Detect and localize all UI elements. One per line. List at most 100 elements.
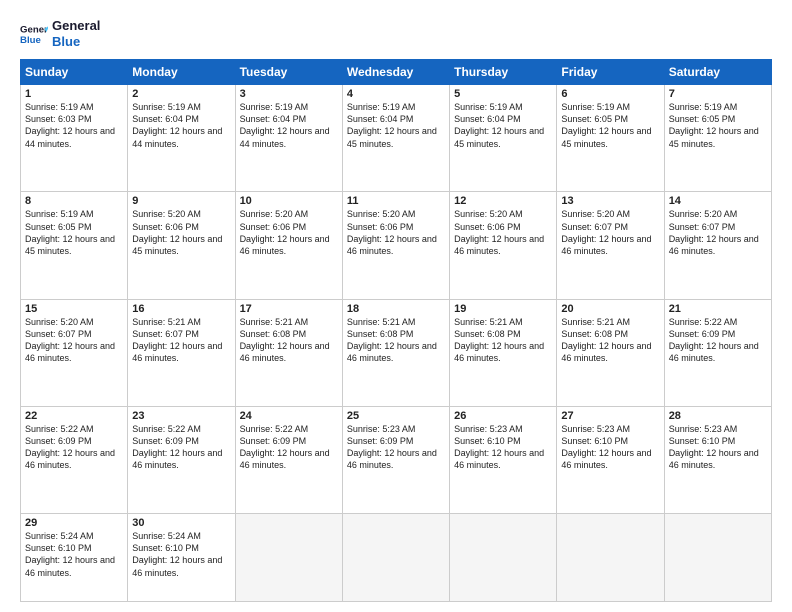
table-row (342, 514, 449, 602)
cell-info: Sunrise: 5:20 AMSunset: 6:07 PMDaylight:… (669, 208, 767, 257)
day-number: 29 (25, 517, 123, 529)
day-number: 14 (669, 195, 767, 207)
cell-info: Sunrise: 5:22 AMSunset: 6:09 PMDaylight:… (669, 316, 767, 365)
cell-info: Sunrise: 5:23 AMSunset: 6:10 PMDaylight:… (561, 423, 659, 472)
weekday-header-tuesday: Tuesday (235, 60, 342, 85)
day-number: 20 (561, 303, 659, 315)
cell-info: Sunrise: 5:19 AMSunset: 6:05 PMDaylight:… (669, 101, 767, 150)
table-row: 10Sunrise: 5:20 AMSunset: 6:06 PMDayligh… (235, 192, 342, 299)
logo-icon: General Blue (20, 20, 48, 48)
table-row: 3Sunrise: 5:19 AMSunset: 6:04 PMDaylight… (235, 85, 342, 192)
calendar-table: SundayMondayTuesdayWednesdayThursdayFrid… (20, 59, 772, 602)
day-number: 4 (347, 88, 445, 100)
cell-info: Sunrise: 5:19 AMSunset: 6:04 PMDaylight:… (132, 101, 230, 150)
day-number: 13 (561, 195, 659, 207)
day-number: 2 (132, 88, 230, 100)
weekday-header-saturday: Saturday (664, 60, 771, 85)
cell-info: Sunrise: 5:20 AMSunset: 6:06 PMDaylight:… (132, 208, 230, 257)
table-row: 26Sunrise: 5:23 AMSunset: 6:10 PMDayligh… (450, 406, 557, 513)
day-number: 12 (454, 195, 552, 207)
table-row: 7Sunrise: 5:19 AMSunset: 6:05 PMDaylight… (664, 85, 771, 192)
cell-info: Sunrise: 5:19 AMSunset: 6:04 PMDaylight:… (240, 101, 338, 150)
cell-info: Sunrise: 5:20 AMSunset: 6:06 PMDaylight:… (347, 208, 445, 257)
cell-info: Sunrise: 5:21 AMSunset: 6:08 PMDaylight:… (240, 316, 338, 365)
table-row (557, 514, 664, 602)
table-row: 14Sunrise: 5:20 AMSunset: 6:07 PMDayligh… (664, 192, 771, 299)
cell-info: Sunrise: 5:19 AMSunset: 6:05 PMDaylight:… (561, 101, 659, 150)
weekday-header-wednesday: Wednesday (342, 60, 449, 85)
day-number: 15 (25, 303, 123, 315)
cell-info: Sunrise: 5:19 AMSunset: 6:05 PMDaylight:… (25, 208, 123, 257)
table-row: 27Sunrise: 5:23 AMSunset: 6:10 PMDayligh… (557, 406, 664, 513)
cell-info: Sunrise: 5:20 AMSunset: 6:07 PMDaylight:… (561, 208, 659, 257)
cell-info: Sunrise: 5:21 AMSunset: 6:07 PMDaylight:… (132, 316, 230, 365)
table-row: 6Sunrise: 5:19 AMSunset: 6:05 PMDaylight… (557, 85, 664, 192)
day-number: 5 (454, 88, 552, 100)
page-header: General Blue General Blue (20, 18, 772, 49)
table-row: 30Sunrise: 5:24 AMSunset: 6:10 PMDayligh… (128, 514, 235, 602)
cell-info: Sunrise: 5:21 AMSunset: 6:08 PMDaylight:… (347, 316, 445, 365)
table-row: 16Sunrise: 5:21 AMSunset: 6:07 PMDayligh… (128, 299, 235, 406)
weekday-header-thursday: Thursday (450, 60, 557, 85)
cell-info: Sunrise: 5:22 AMSunset: 6:09 PMDaylight:… (240, 423, 338, 472)
day-number: 7 (669, 88, 767, 100)
table-row: 5Sunrise: 5:19 AMSunset: 6:04 PMDaylight… (450, 85, 557, 192)
table-row: 22Sunrise: 5:22 AMSunset: 6:09 PMDayligh… (21, 406, 128, 513)
cell-info: Sunrise: 5:21 AMSunset: 6:08 PMDaylight:… (561, 316, 659, 365)
table-row: 28Sunrise: 5:23 AMSunset: 6:10 PMDayligh… (664, 406, 771, 513)
table-row: 21Sunrise: 5:22 AMSunset: 6:09 PMDayligh… (664, 299, 771, 406)
day-number: 18 (347, 303, 445, 315)
day-number: 21 (669, 303, 767, 315)
weekday-header-friday: Friday (557, 60, 664, 85)
day-number: 3 (240, 88, 338, 100)
table-row (664, 514, 771, 602)
day-number: 16 (132, 303, 230, 315)
table-row: 20Sunrise: 5:21 AMSunset: 6:08 PMDayligh… (557, 299, 664, 406)
day-number: 17 (240, 303, 338, 315)
table-row: 8Sunrise: 5:19 AMSunset: 6:05 PMDaylight… (21, 192, 128, 299)
table-row (450, 514, 557, 602)
table-row: 23Sunrise: 5:22 AMSunset: 6:09 PMDayligh… (128, 406, 235, 513)
day-number: 23 (132, 410, 230, 422)
table-row: 12Sunrise: 5:20 AMSunset: 6:06 PMDayligh… (450, 192, 557, 299)
day-number: 25 (347, 410, 445, 422)
cell-info: Sunrise: 5:22 AMSunset: 6:09 PMDaylight:… (25, 423, 123, 472)
logo-blue: Blue (52, 34, 100, 50)
logo: General Blue General Blue (20, 18, 100, 49)
cell-info: Sunrise: 5:20 AMSunset: 6:07 PMDaylight:… (25, 316, 123, 365)
cell-info: Sunrise: 5:24 AMSunset: 6:10 PMDaylight:… (132, 530, 230, 579)
day-number: 19 (454, 303, 552, 315)
table-row (235, 514, 342, 602)
weekday-header-sunday: Sunday (21, 60, 128, 85)
day-number: 11 (347, 195, 445, 207)
day-number: 9 (132, 195, 230, 207)
table-row: 29Sunrise: 5:24 AMSunset: 6:10 PMDayligh… (21, 514, 128, 602)
day-number: 28 (669, 410, 767, 422)
cell-info: Sunrise: 5:19 AMSunset: 6:04 PMDaylight:… (454, 101, 552, 150)
cell-info: Sunrise: 5:24 AMSunset: 6:10 PMDaylight:… (25, 530, 123, 579)
cell-info: Sunrise: 5:19 AMSunset: 6:03 PMDaylight:… (25, 101, 123, 150)
table-row: 17Sunrise: 5:21 AMSunset: 6:08 PMDayligh… (235, 299, 342, 406)
table-row: 25Sunrise: 5:23 AMSunset: 6:09 PMDayligh… (342, 406, 449, 513)
cell-info: Sunrise: 5:23 AMSunset: 6:09 PMDaylight:… (347, 423, 445, 472)
cell-info: Sunrise: 5:22 AMSunset: 6:09 PMDaylight:… (132, 423, 230, 472)
svg-text:Blue: Blue (20, 34, 41, 45)
cell-info: Sunrise: 5:20 AMSunset: 6:06 PMDaylight:… (240, 208, 338, 257)
weekday-header-monday: Monday (128, 60, 235, 85)
table-row: 1Sunrise: 5:19 AMSunset: 6:03 PMDaylight… (21, 85, 128, 192)
cell-info: Sunrise: 5:19 AMSunset: 6:04 PMDaylight:… (347, 101, 445, 150)
table-row: 2Sunrise: 5:19 AMSunset: 6:04 PMDaylight… (128, 85, 235, 192)
day-number: 10 (240, 195, 338, 207)
svg-text:General: General (20, 24, 48, 35)
day-number: 24 (240, 410, 338, 422)
day-number: 26 (454, 410, 552, 422)
cell-info: Sunrise: 5:21 AMSunset: 6:08 PMDaylight:… (454, 316, 552, 365)
table-row: 11Sunrise: 5:20 AMSunset: 6:06 PMDayligh… (342, 192, 449, 299)
cell-info: Sunrise: 5:23 AMSunset: 6:10 PMDaylight:… (669, 423, 767, 472)
table-row: 24Sunrise: 5:22 AMSunset: 6:09 PMDayligh… (235, 406, 342, 513)
table-row: 9Sunrise: 5:20 AMSunset: 6:06 PMDaylight… (128, 192, 235, 299)
day-number: 30 (132, 517, 230, 529)
day-number: 8 (25, 195, 123, 207)
cell-info: Sunrise: 5:23 AMSunset: 6:10 PMDaylight:… (454, 423, 552, 472)
table-row: 18Sunrise: 5:21 AMSunset: 6:08 PMDayligh… (342, 299, 449, 406)
